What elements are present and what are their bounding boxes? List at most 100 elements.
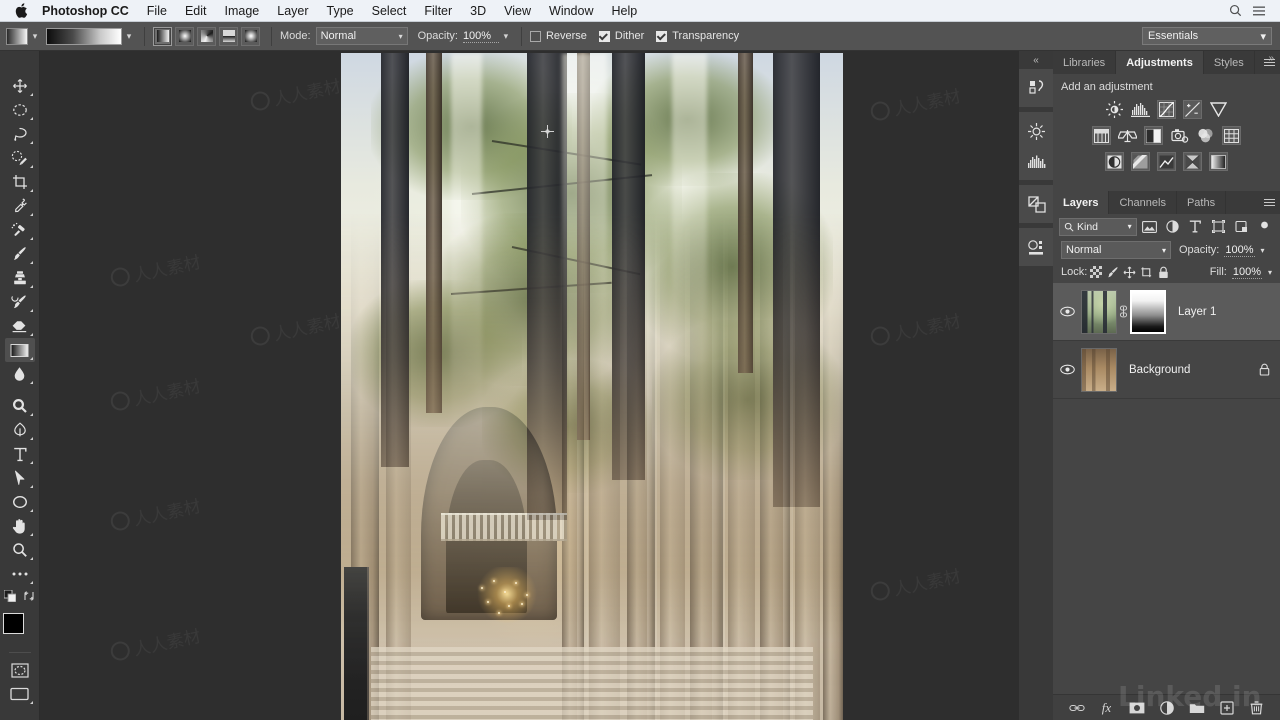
adjustments-gear-icon[interactable] [1019, 116, 1054, 146]
expand-panels-button[interactable]: « [1019, 51, 1053, 69]
menu-item-edit[interactable]: Edit [176, 0, 216, 22]
crop-tool[interactable] [5, 170, 35, 194]
angle-gradient-button[interactable] [197, 26, 216, 46]
quick-selection-tool[interactable] [5, 146, 35, 170]
new-layer-icon[interactable] [1218, 699, 1235, 716]
curves-icon[interactable] [1157, 100, 1176, 119]
add-layer-style-icon[interactable]: fx [1098, 699, 1115, 716]
ellipse-shape-tool[interactable] [5, 490, 35, 514]
history-brush-tool[interactable] [5, 290, 35, 314]
layers-panel-menu-icon[interactable] [1258, 191, 1280, 214]
menu-item-select[interactable]: Select [363, 0, 416, 22]
path-selection-tool[interactable] [5, 466, 35, 490]
link-layers-icon[interactable] [1068, 699, 1085, 716]
layer-blend-mode-select[interactable]: Normal ▾ [1061, 241, 1171, 259]
brush-tool[interactable] [5, 242, 35, 266]
spot-healing-brush-tool[interactable] [5, 218, 35, 242]
lock-position-icon[interactable] [1121, 264, 1138, 280]
foreground-color-swatch[interactable] [2, 613, 24, 634]
gradient-tool[interactable] [4, 338, 35, 362]
eraser-tool[interactable] [5, 314, 35, 338]
horizontal-type-tool[interactable] [5, 442, 35, 466]
dither-checkbox-group[interactable]: Dither [598, 30, 644, 42]
filter-type-icon[interactable] [1185, 218, 1205, 236]
filter-smart-object-icon[interactable] [1231, 218, 1251, 236]
layer-name[interactable]: Layer 1 [1178, 306, 1272, 318]
menu-item-view[interactable]: View [495, 0, 540, 22]
exposure-icon[interactable] [1183, 100, 1202, 119]
move-tool[interactable] [5, 74, 35, 98]
menu-item-layer[interactable]: Layer [268, 0, 317, 22]
menu-item-help[interactable]: Help [603, 0, 647, 22]
filter-toggle-icon[interactable] [1254, 218, 1274, 236]
layer-thumbnail[interactable] [1081, 347, 1117, 392]
diamond-gradient-button[interactable] [241, 26, 260, 46]
apple-logo-icon[interactable] [8, 3, 34, 18]
table-row[interactable]: Layer 1 [1053, 283, 1280, 341]
screen-mode-button[interactable] [5, 682, 35, 706]
opacity-value[interactable]: 100% [462, 30, 499, 43]
hue-saturation-icon[interactable] [1092, 126, 1111, 145]
layer-comps-icon[interactable] [1019, 232, 1054, 262]
tab-styles[interactable]: Styles [1203, 51, 1255, 74]
reverse-checkbox[interactable] [529, 30, 541, 42]
zoom-tool[interactable] [5, 538, 35, 562]
tab-paths[interactable]: Paths [1176, 191, 1227, 214]
menu-item-3d[interactable]: 3D [461, 0, 495, 22]
layer-name[interactable]: Background [1129, 364, 1256, 376]
tab-libraries[interactable]: Libraries [1053, 51, 1117, 74]
eyedropper-tool[interactable] [5, 194, 35, 218]
control-center-icon[interactable] [1248, 0, 1270, 22]
layer-visibility-toggle[interactable] [1053, 364, 1081, 375]
table-row[interactable]: Background [1053, 341, 1280, 399]
pen-tool[interactable] [5, 418, 35, 442]
transparency-checkbox[interactable] [656, 30, 668, 42]
radial-gradient-button[interactable] [175, 26, 194, 46]
levels-icon[interactable] [1131, 100, 1150, 119]
tab-layers[interactable]: Layers [1053, 191, 1110, 214]
filter-adjustment-icon[interactable] [1163, 218, 1183, 236]
opacity-caret-icon[interactable]: ▾ [499, 31, 513, 42]
swap-colors-icon[interactable] [23, 589, 35, 607]
threshold-icon[interactable] [1157, 152, 1176, 171]
document-window[interactable] [341, 53, 843, 720]
lock-artboard-icon[interactable] [1138, 264, 1155, 280]
edit-toolbar-more-tool[interactable] [5, 562, 35, 586]
layer-thumbnail[interactable] [1081, 289, 1117, 334]
lasso-tool[interactable] [5, 122, 35, 146]
dither-checkbox[interactable] [598, 30, 610, 42]
selective-color-icon[interactable] [1183, 152, 1202, 171]
workspace-switcher[interactable]: Essentials ▾ [1142, 27, 1272, 45]
hand-tool[interactable] [5, 514, 35, 538]
gradient-picker-caret-icon[interactable]: ▾ [122, 31, 136, 42]
fill-chevron-icon[interactable]: ▾ [1268, 268, 1272, 277]
gradient-map-icon[interactable] [1209, 152, 1228, 171]
color-balance-icon[interactable] [1118, 126, 1137, 145]
photo-filter-icon[interactable] [1170, 126, 1189, 145]
layer-visibility-toggle[interactable] [1053, 306, 1081, 317]
reflected-gradient-button[interactable] [219, 26, 238, 46]
blend-mode-select[interactable]: Normal ▾ [315, 27, 408, 45]
color-lookup-icon[interactable] [1222, 126, 1241, 145]
search-icon[interactable] [1224, 0, 1246, 22]
mask-link-icon[interactable] [1117, 305, 1130, 318]
menu-app-name[interactable]: Photoshop CC [36, 0, 138, 22]
vibrance-icon[interactable] [1209, 100, 1228, 119]
histogram-icon[interactable] [1019, 146, 1054, 176]
black-white-icon[interactable] [1144, 126, 1163, 145]
lock-transparent-pixels-icon[interactable] [1087, 264, 1104, 280]
dodge-tool[interactable] [5, 394, 35, 418]
quick-mask-mode-button[interactable] [5, 658, 35, 682]
lock-image-pixels-icon[interactable] [1104, 264, 1121, 280]
reverse-checkbox-group[interactable]: Reverse [529, 30, 587, 42]
opacity-chevron-icon[interactable]: ▾ [1261, 246, 1265, 255]
filter-pixel-icon[interactable] [1140, 218, 1160, 236]
invert-icon[interactable] [1105, 152, 1124, 171]
menu-item-window[interactable]: Window [540, 0, 602, 22]
menu-item-filter[interactable]: Filter [415, 0, 461, 22]
properties-icon[interactable] [1019, 189, 1054, 219]
layer-opacity-value[interactable]: 100% [1224, 244, 1255, 257]
delete-layer-icon[interactable] [1248, 699, 1265, 716]
tab-adjustments[interactable]: Adjustments [1116, 51, 1204, 74]
lock-all-icon[interactable] [1155, 264, 1172, 280]
